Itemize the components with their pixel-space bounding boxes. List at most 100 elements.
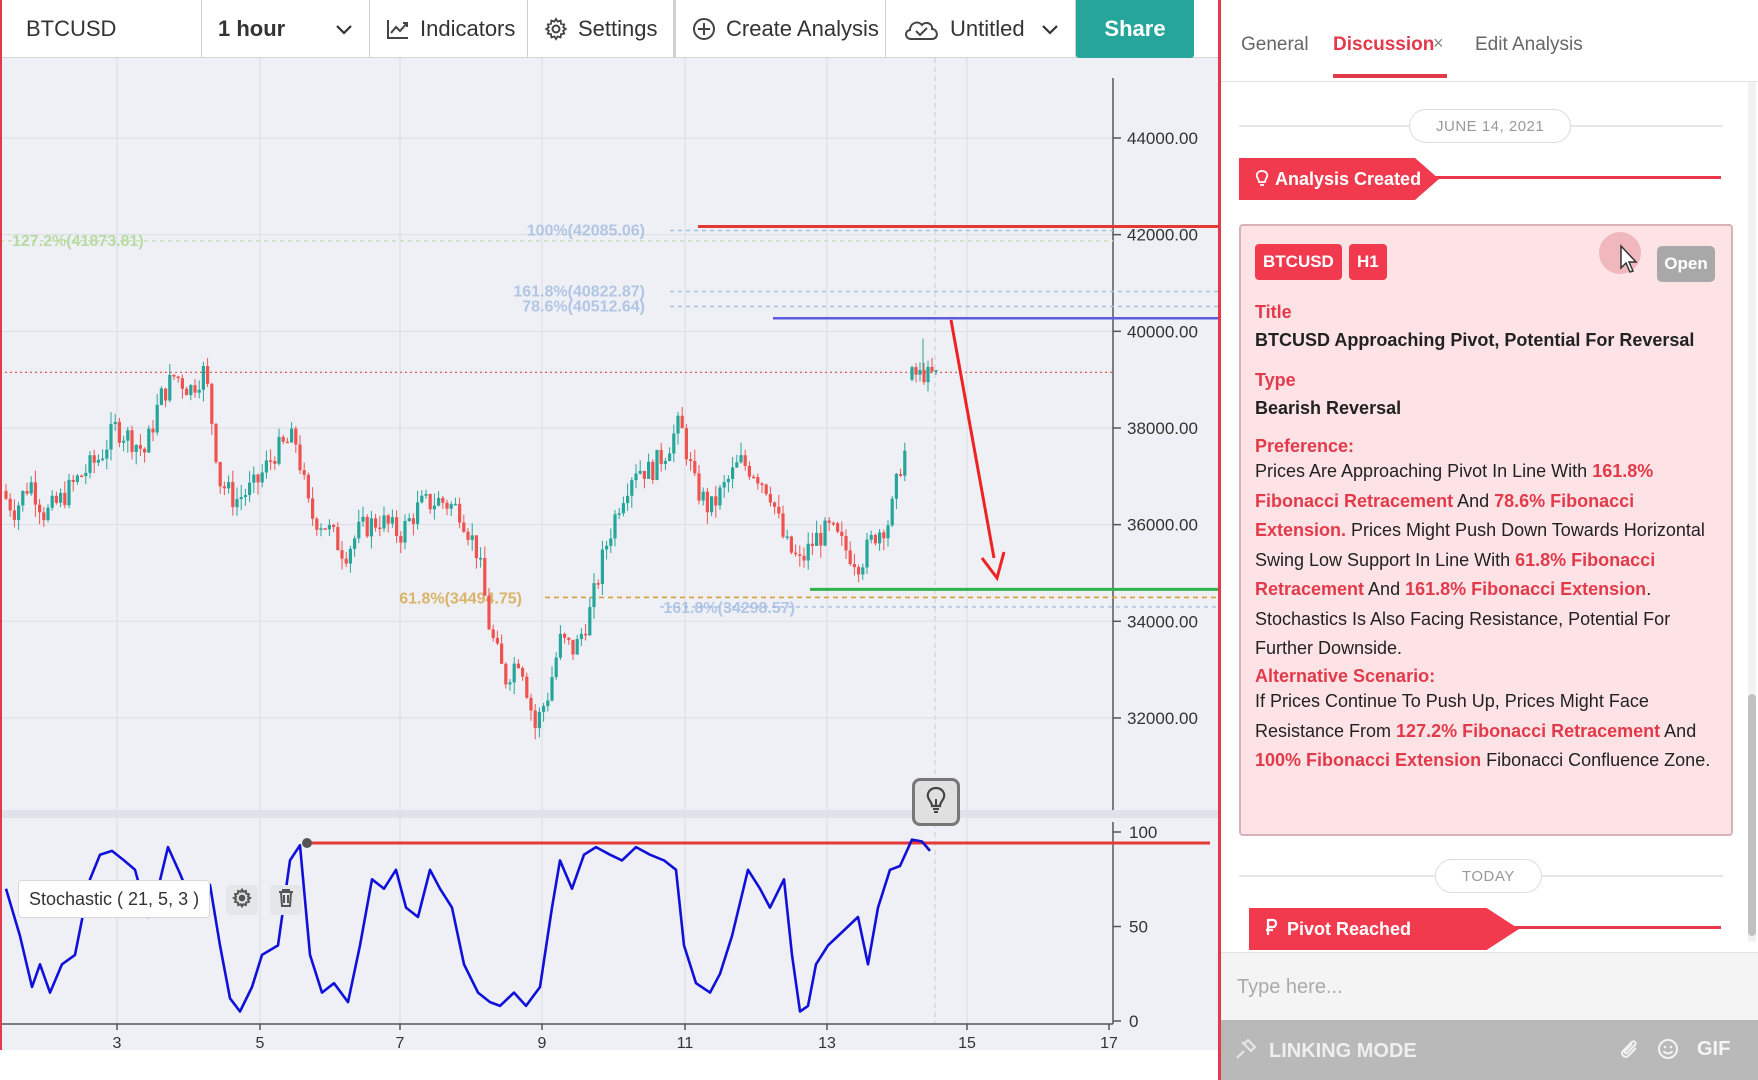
candle-body — [861, 567, 865, 575]
candle-body — [668, 453, 672, 461]
share-label: Share — [1104, 16, 1166, 41]
candle-body — [8, 498, 12, 511]
attachment-icon[interactable] — [1617, 1036, 1643, 1062]
candle-body — [525, 676, 529, 698]
time-tick-label: 7 — [396, 1035, 405, 1050]
time-tick-label: 9 — [538, 1035, 547, 1050]
candle-body — [277, 436, 281, 464]
share-button[interactable]: Share — [1076, 0, 1194, 58]
emoji-icon[interactable] — [1655, 1036, 1681, 1062]
candle-body — [214, 423, 218, 462]
layout-name: Untitled — [950, 16, 1025, 41]
price-chart[interactable]: 44000.00 42000.00 40000.00 38000.00 36000.00… — [0, 58, 1218, 1050]
discussion-feed[interactable]: JUNE 14, 2021 Analysis Created BTCUSD H1… — [1221, 82, 1758, 952]
line-handle — [302, 838, 312, 848]
date-pill: JUNE 14, 2021 — [1409, 109, 1572, 143]
open-analysis-button[interactable]: Open — [1657, 246, 1715, 282]
layout-dropdown[interactable]: Untitled — [886, 0, 1076, 58]
candle-body — [579, 633, 583, 639]
candle-body — [852, 564, 856, 568]
highlighted-term: 161.8% Fibonacci Extension — [1405, 579, 1647, 599]
candle-body — [260, 472, 264, 483]
tab-general[interactable]: General — [1241, 34, 1309, 56]
candle-body — [84, 472, 88, 477]
candle-body — [453, 503, 457, 506]
analysis-created-event: Analysis Created — [1239, 158, 1439, 200]
create-analysis-button[interactable]: Create Analysis — [674, 0, 886, 58]
candle-body — [672, 433, 676, 454]
chevron-down-icon — [335, 16, 353, 42]
stochastic-indicator-label[interactable]: Stochastic ( 21, 5, 3 ) — [18, 880, 211, 918]
candle-body — [495, 637, 499, 644]
indicator-delete-button[interactable] — [270, 885, 302, 915]
candle-body — [71, 479, 75, 482]
price-tick-label: 32000.00 — [1127, 709, 1198, 728]
candle-body — [96, 459, 100, 463]
candle-body — [537, 711, 541, 729]
candle-body — [311, 498, 315, 519]
linking-mode-icon[interactable] — [1233, 1036, 1259, 1062]
candle-body — [340, 550, 344, 559]
candle-body — [122, 440, 126, 443]
candle-body — [844, 536, 848, 551]
indicators-button[interactable]: Indicators — [370, 0, 528, 58]
candle-body — [903, 450, 907, 476]
candle-body — [437, 497, 441, 506]
scrollbar-thumb[interactable] — [1748, 694, 1756, 936]
idea-lightbulb-button[interactable] — [912, 778, 960, 826]
candle-body — [752, 476, 756, 479]
linking-mode-label[interactable]: LINKING MODE — [1269, 1040, 1417, 1063]
candle-body — [701, 491, 705, 501]
close-tab-icon[interactable]: × — [1433, 33, 1444, 54]
candle-body — [680, 415, 684, 429]
timeframe-dropdown[interactable]: 1 hour — [202, 0, 370, 58]
price-tick-label: 44000.00 — [1127, 129, 1198, 148]
candle-body — [407, 518, 411, 521]
analysis-card: BTCUSD H1 Open Title BTCUSD Approaching … — [1239, 224, 1733, 836]
candle-body — [357, 521, 361, 539]
gear-icon — [231, 887, 253, 913]
timeframe-badge: H1 — [1349, 244, 1387, 280]
candle-body — [504, 663, 508, 685]
candle-body — [617, 513, 621, 515]
candle-body — [432, 505, 436, 510]
symbol-selector[interactable]: BTCUSD — [0, 0, 202, 58]
tab-discussion[interactable]: Discussion — [1333, 34, 1434, 56]
pivot-icon — [1265, 918, 1279, 941]
gif-button[interactable]: GIF — [1697, 1038, 1730, 1061]
time-tick-label: 3 — [113, 1035, 122, 1050]
candle-body — [285, 441, 289, 444]
candle-body — [466, 531, 470, 540]
candle-body — [558, 633, 562, 658]
candle-body — [117, 421, 121, 443]
symbol-badge: BTCUSD — [1255, 244, 1342, 280]
settings-button[interactable]: Settings — [528, 0, 674, 58]
candle-body — [243, 495, 247, 498]
candle-body — [63, 492, 67, 506]
tab-edit-analysis[interactable]: Edit Analysis — [1475, 34, 1583, 56]
candle-body — [59, 492, 63, 503]
candle-body — [147, 428, 151, 453]
candle-body — [529, 697, 533, 711]
candle-body — [710, 496, 714, 513]
highlighted-term: 100% Fibonacci Extension — [1255, 750, 1482, 770]
feed-scrollbar[interactable] — [1748, 82, 1756, 942]
candle-body — [403, 520, 407, 543]
candle-body — [512, 663, 516, 683]
candle-body — [869, 535, 873, 540]
candle-body — [80, 475, 84, 478]
date-pill: TODAY — [1435, 859, 1542, 893]
candle-body — [609, 538, 613, 546]
fib-label: 61.8%(34494.75) — [399, 590, 522, 607]
candle-body — [143, 448, 147, 453]
indicator-settings-button[interactable] — [226, 885, 258, 915]
candle-body — [550, 677, 554, 701]
candle-body — [374, 518, 378, 528]
composer-footer: LINKING MODE GIF — [1221, 1020, 1758, 1080]
candle-body — [369, 518, 373, 537]
candle-body — [584, 633, 588, 636]
candle-body — [873, 535, 877, 544]
trash-icon — [277, 888, 295, 913]
message-input[interactable] — [1237, 971, 1717, 1003]
candle-body — [105, 449, 109, 459]
